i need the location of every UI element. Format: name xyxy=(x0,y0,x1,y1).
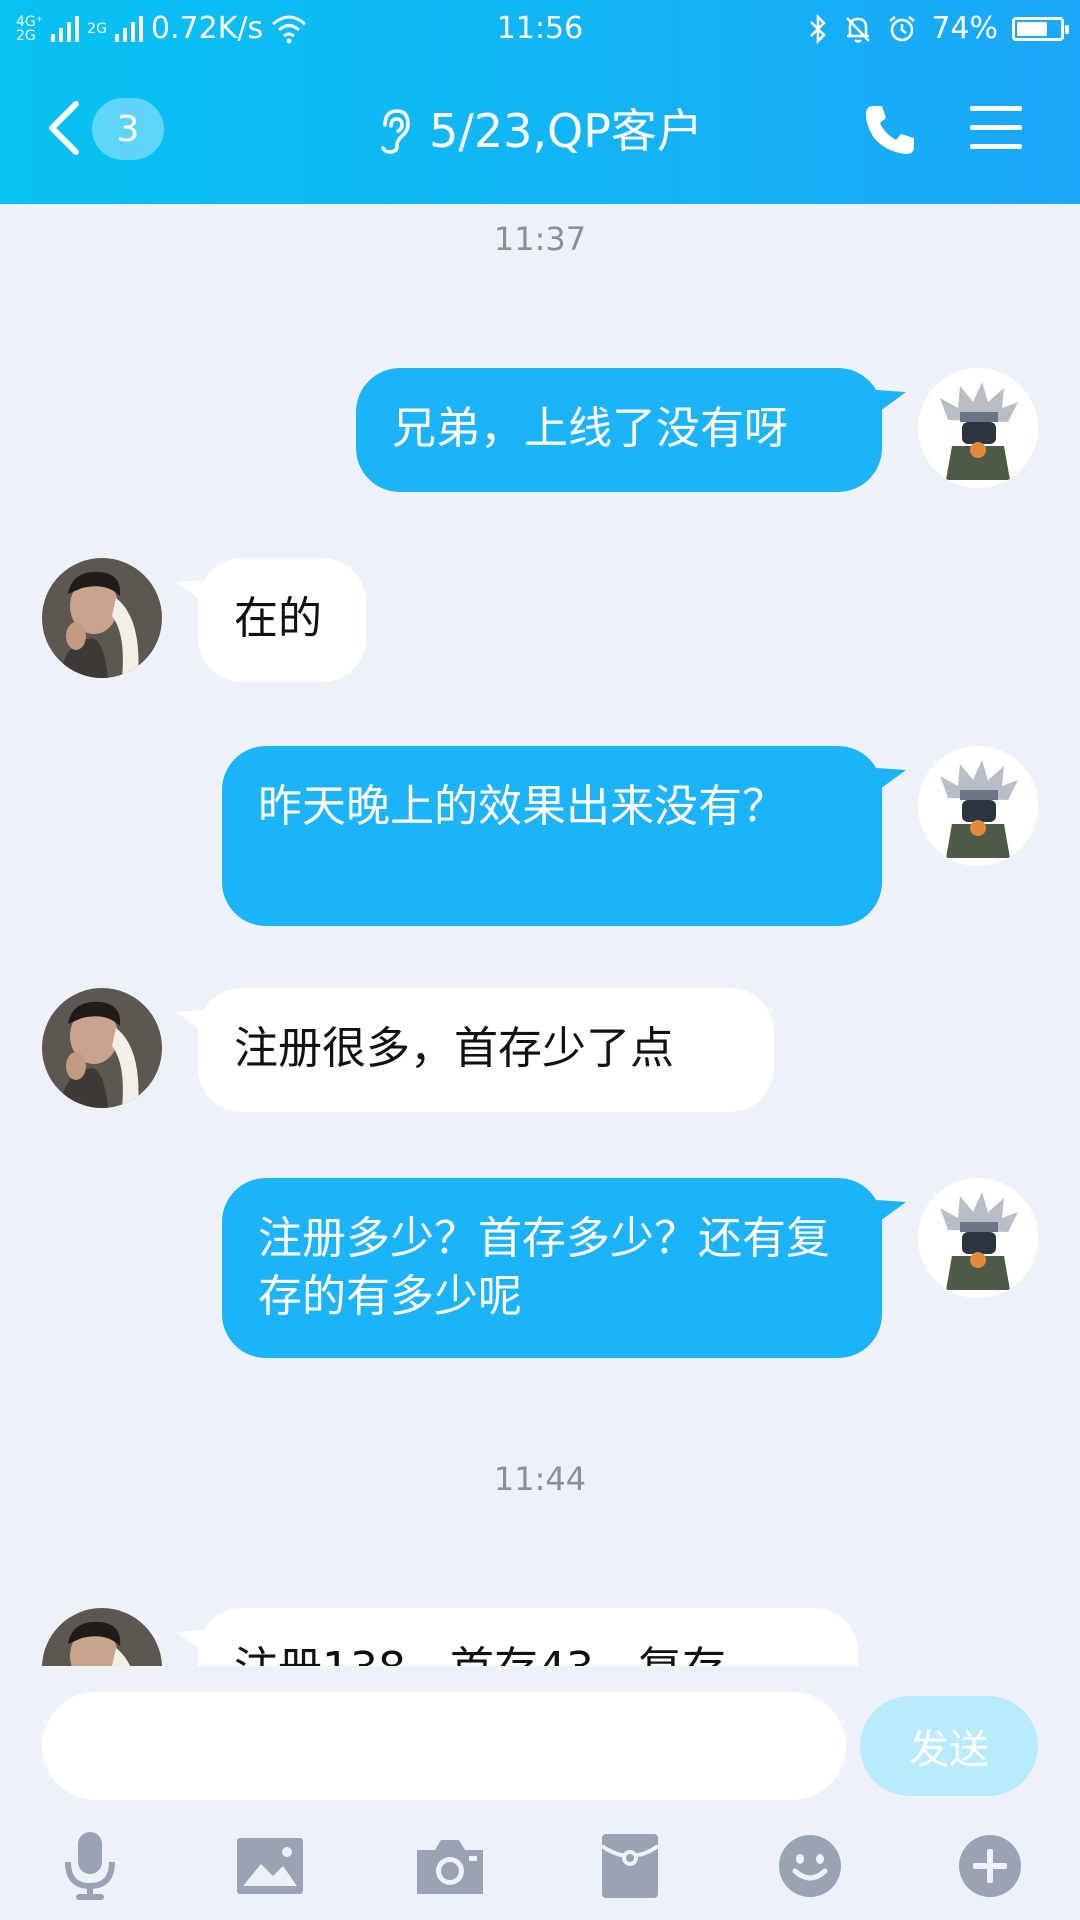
bubble-tail xyxy=(876,390,906,414)
message-text: 注册138，首存43，复存 xyxy=(234,1643,726,1666)
message-text: 昨天晚上的效果出来没有？ xyxy=(258,781,786,832)
message-text: 在的 xyxy=(234,593,322,644)
bubble-tail xyxy=(176,1010,206,1034)
timestamp: 11:44 xyxy=(493,1460,587,1498)
incoming-message[interactable]: 注册138，首存43，复存 xyxy=(198,1608,858,1666)
bluetooth-icon xyxy=(810,14,827,44)
bubble-tail xyxy=(176,1630,206,1654)
avatar-image xyxy=(918,368,1038,488)
emoji-icon xyxy=(779,1835,841,1897)
bubble-tail xyxy=(876,1200,906,1224)
message-text: 注册很多，首存少了点 xyxy=(234,1023,674,1074)
status-right: 74% xyxy=(807,10,1069,48)
alarm-icon xyxy=(889,16,916,42)
battery-icon xyxy=(1012,17,1069,41)
mute-bell-icon xyxy=(846,17,871,43)
timestamp: 11:37 xyxy=(493,220,587,258)
message-text: 兄弟，上线了没有呀 xyxy=(392,403,788,454)
emoji-button[interactable] xyxy=(770,1826,850,1906)
image-icon xyxy=(237,1838,303,1894)
avatar-image xyxy=(42,1608,162,1666)
microphone-icon xyxy=(65,1832,115,1900)
input-bar: 发送 xyxy=(0,1666,1080,1920)
send-button[interactable]: 发送 xyxy=(860,1696,1038,1796)
contact-avatar[interactable] xyxy=(42,558,162,678)
camera-button[interactable] xyxy=(410,1826,490,1906)
red-packet-button[interactable] xyxy=(590,1826,670,1906)
incoming-message[interactable]: 注册很多，首存少了点 xyxy=(198,988,774,1112)
voice-button[interactable] xyxy=(50,1826,130,1906)
outgoing-message[interactable]: 兄弟，上线了没有呀 xyxy=(356,368,882,492)
message-input[interactable] xyxy=(42,1692,846,1800)
avatar-image xyxy=(918,1178,1038,1298)
chat-messages[interactable]: 11:37 兄弟，上线了没有呀 在的 昨天晚上的效果出来没有？ 注册很多，首存少… xyxy=(0,204,1080,1666)
incoming-message[interactable]: 在的 xyxy=(198,558,366,682)
menu-icon[interactable] xyxy=(968,100,1024,156)
battery-percent: 74% xyxy=(931,11,998,46)
image-button[interactable] xyxy=(230,1826,310,1906)
bubble-tail xyxy=(876,768,906,792)
contact-avatar[interactable] xyxy=(42,1608,162,1666)
camera-icon xyxy=(417,1840,483,1894)
avatar-image xyxy=(42,558,162,678)
status-bar: 4G⁺ 2G 2G 0.72K/s 11:56 74% xyxy=(0,0,1080,58)
avatar-image xyxy=(42,988,162,1108)
battery-fill xyxy=(1017,22,1047,36)
red-packet-icon xyxy=(600,1834,660,1898)
message-text: 注册多少？首存多少？还有复存的有多少呢 xyxy=(258,1213,830,1322)
my-avatar[interactable] xyxy=(918,1178,1038,1298)
my-avatar[interactable] xyxy=(918,746,1038,866)
bubble-tail xyxy=(176,580,206,604)
ear-icon[interactable] xyxy=(377,107,411,155)
contact-avatar[interactable] xyxy=(42,988,162,1108)
phone-call-icon[interactable] xyxy=(860,100,920,160)
outgoing-message[interactable]: 昨天晚上的效果出来没有？ xyxy=(222,746,882,926)
plus-icon xyxy=(959,1835,1021,1897)
avatar-image xyxy=(918,746,1038,866)
my-avatar[interactable] xyxy=(918,368,1038,488)
more-button[interactable] xyxy=(950,1826,1030,1906)
outgoing-message[interactable]: 注册多少？首存多少？还有复存的有多少呢 xyxy=(222,1178,882,1358)
chat-header: 4G⁺ 2G 2G 0.72K/s 11:56 74% 3 5/23,QP客户 xyxy=(0,0,1080,204)
chat-title: 5/23,QP客户 xyxy=(429,104,703,158)
